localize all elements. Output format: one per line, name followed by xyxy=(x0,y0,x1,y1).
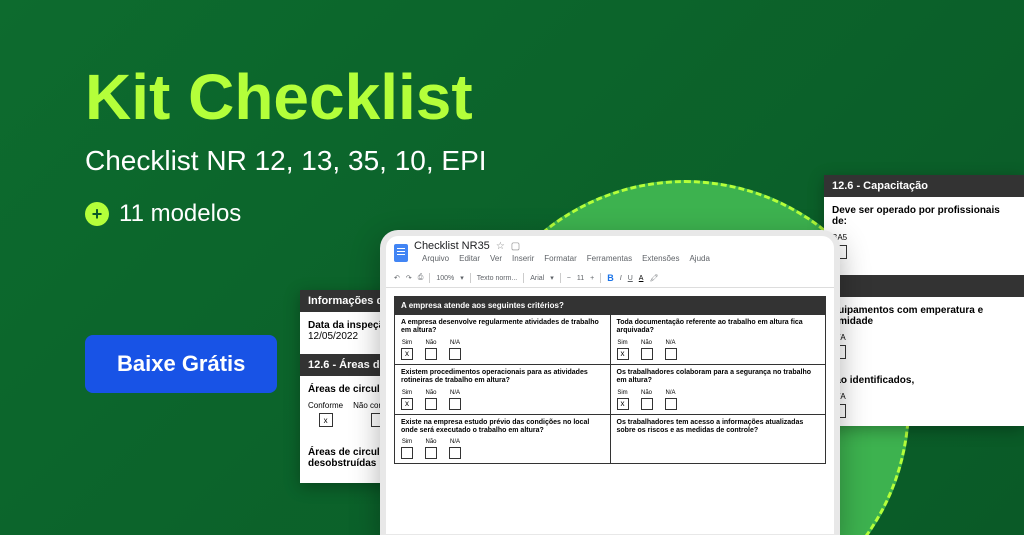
headline: Kit Checklist xyxy=(85,60,473,134)
text-color-icon: A xyxy=(639,275,644,282)
subheadline: Checklist NR 12, 13, 35, 10, EPI xyxy=(85,145,487,177)
feature-text: 11 modelos xyxy=(119,200,241,228)
italic-icon: I xyxy=(620,275,622,282)
card-header: o xyxy=(824,275,1024,297)
folder-icon: ▢ xyxy=(511,241,520,252)
google-docs-screen: Checklist NR35 ☆ ▢ Arquivo Editar Ver In… xyxy=(386,236,834,534)
redo-icon: ↷ xyxy=(406,274,412,282)
card-question: Deve ser operado por profissionais de: xyxy=(832,205,1016,227)
card-header: 12.6 - Capacitação xyxy=(824,175,1024,197)
checkbox: x xyxy=(319,413,333,427)
checklist-card-right: 12.6 - Capacitação Deve ser operado por … xyxy=(824,175,1024,426)
promo-banner: Kit Checklist Checklist NR 12, 13, 35, 1… xyxy=(0,0,1024,535)
highlight-icon: 🖍 xyxy=(649,274,658,282)
features-row: + 11 modelos xyxy=(85,200,241,228)
plus-icon: + xyxy=(85,202,109,226)
download-button[interactable]: Baixe Grátis xyxy=(85,335,277,393)
star-icon: ☆ xyxy=(496,241,505,252)
doc-title: Checklist NR35 xyxy=(414,240,490,252)
doc-menu-bar: Arquivo Editar Ver Inserir Formatar Ferr… xyxy=(414,252,718,265)
bold-icon: B xyxy=(607,273,614,283)
undo-icon: ↶ xyxy=(394,274,400,282)
print-icon: ⎙ xyxy=(418,274,424,282)
checklist-table: A empresa atende aos seguintes critérios… xyxy=(394,296,826,464)
laptop-mockup: Checklist NR35 ☆ ▢ Arquivo Editar Ver In… xyxy=(380,230,840,535)
card-question: quipamentos com emperatura e umidade xyxy=(832,305,1016,327)
google-docs-icon xyxy=(394,244,408,262)
underline-icon: U xyxy=(628,275,633,282)
card-question: tão identificados, xyxy=(832,375,1016,386)
doc-toolbar: ↶ ↷ ⎙ 100% ▾ Texto norm... Arial ▾ − 11 … xyxy=(386,269,834,288)
table-header: A empresa atende aos seguintes critérios… xyxy=(395,297,826,315)
